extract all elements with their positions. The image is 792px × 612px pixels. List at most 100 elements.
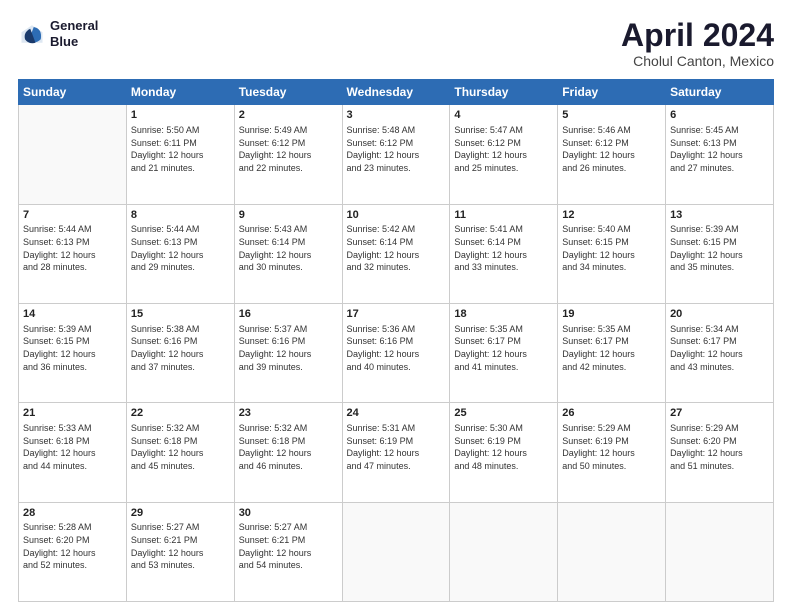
- weekday-header-cell: Saturday: [666, 80, 774, 105]
- day-info: Sunrise: 5:29 AM Sunset: 6:19 PM Dayligh…: [562, 422, 661, 472]
- day-info: Sunrise: 5:45 AM Sunset: 6:13 PM Dayligh…: [670, 124, 769, 174]
- weekday-header-cell: Friday: [558, 80, 666, 105]
- day-number: 2: [239, 108, 338, 123]
- calendar-day-cell: 17Sunrise: 5:36 AM Sunset: 6:16 PM Dayli…: [342, 303, 450, 402]
- day-number: 10: [347, 208, 446, 223]
- day-info: Sunrise: 5:35 AM Sunset: 6:17 PM Dayligh…: [562, 323, 661, 373]
- calendar-day-cell: 24Sunrise: 5:31 AM Sunset: 6:19 PM Dayli…: [342, 403, 450, 502]
- day-number: 18: [454, 307, 553, 322]
- day-number: 22: [131, 406, 230, 421]
- calendar-day-cell: 10Sunrise: 5:42 AM Sunset: 6:14 PM Dayli…: [342, 204, 450, 303]
- calendar-day-cell: 9Sunrise: 5:43 AM Sunset: 6:14 PM Daylig…: [234, 204, 342, 303]
- day-info: Sunrise: 5:42 AM Sunset: 6:14 PM Dayligh…: [347, 223, 446, 273]
- day-info: Sunrise: 5:50 AM Sunset: 6:11 PM Dayligh…: [131, 124, 230, 174]
- day-info: Sunrise: 5:47 AM Sunset: 6:12 PM Dayligh…: [454, 124, 553, 174]
- day-info: Sunrise: 5:32 AM Sunset: 6:18 PM Dayligh…: [131, 422, 230, 472]
- calendar-day-cell: 14Sunrise: 5:39 AM Sunset: 6:15 PM Dayli…: [19, 303, 127, 402]
- day-info: Sunrise: 5:36 AM Sunset: 6:16 PM Dayligh…: [347, 323, 446, 373]
- day-number: 17: [347, 307, 446, 322]
- calendar-day-cell: 26Sunrise: 5:29 AM Sunset: 6:19 PM Dayli…: [558, 403, 666, 502]
- day-number: 16: [239, 307, 338, 322]
- calendar-day-cell: [666, 502, 774, 601]
- day-number: 28: [23, 506, 122, 521]
- calendar-table: SundayMondayTuesdayWednesdayThursdayFrid…: [18, 79, 774, 602]
- calendar-day-cell: [342, 502, 450, 601]
- calendar-day-cell: 6Sunrise: 5:45 AM Sunset: 6:13 PM Daylig…: [666, 105, 774, 204]
- calendar-week-row: 28Sunrise: 5:28 AM Sunset: 6:20 PM Dayli…: [19, 502, 774, 601]
- day-info: Sunrise: 5:39 AM Sunset: 6:15 PM Dayligh…: [670, 223, 769, 273]
- day-info: Sunrise: 5:43 AM Sunset: 6:14 PM Dayligh…: [239, 223, 338, 273]
- weekday-header-row: SundayMondayTuesdayWednesdayThursdayFrid…: [19, 80, 774, 105]
- calendar-day-cell: 19Sunrise: 5:35 AM Sunset: 6:17 PM Dayli…: [558, 303, 666, 402]
- calendar-day-cell: 12Sunrise: 5:40 AM Sunset: 6:15 PM Dayli…: [558, 204, 666, 303]
- day-number: 4: [454, 108, 553, 123]
- weekday-header-cell: Sunday: [19, 80, 127, 105]
- day-info: Sunrise: 5:33 AM Sunset: 6:18 PM Dayligh…: [23, 422, 122, 472]
- calendar-day-cell: 21Sunrise: 5:33 AM Sunset: 6:18 PM Dayli…: [19, 403, 127, 502]
- calendar-day-cell: 30Sunrise: 5:27 AM Sunset: 6:21 PM Dayli…: [234, 502, 342, 601]
- calendar-day-cell: 22Sunrise: 5:32 AM Sunset: 6:18 PM Dayli…: [126, 403, 234, 502]
- calendar-day-cell: 5Sunrise: 5:46 AM Sunset: 6:12 PM Daylig…: [558, 105, 666, 204]
- day-info: Sunrise: 5:28 AM Sunset: 6:20 PM Dayligh…: [23, 521, 122, 571]
- logo: General Blue: [18, 18, 98, 49]
- day-number: 5: [562, 108, 661, 123]
- calendar-day-cell: 29Sunrise: 5:27 AM Sunset: 6:21 PM Dayli…: [126, 502, 234, 601]
- day-info: Sunrise: 5:46 AM Sunset: 6:12 PM Dayligh…: [562, 124, 661, 174]
- day-number: 9: [239, 208, 338, 223]
- calendar-day-cell: 8Sunrise: 5:44 AM Sunset: 6:13 PM Daylig…: [126, 204, 234, 303]
- day-info: Sunrise: 5:37 AM Sunset: 6:16 PM Dayligh…: [239, 323, 338, 373]
- calendar-week-row: 1Sunrise: 5:50 AM Sunset: 6:11 PM Daylig…: [19, 105, 774, 204]
- subtitle: Cholul Canton, Mexico: [621, 53, 774, 69]
- day-number: 14: [23, 307, 122, 322]
- day-info: Sunrise: 5:48 AM Sunset: 6:12 PM Dayligh…: [347, 124, 446, 174]
- weekday-header-cell: Thursday: [450, 80, 558, 105]
- calendar-day-cell: 3Sunrise: 5:48 AM Sunset: 6:12 PM Daylig…: [342, 105, 450, 204]
- calendar-day-cell: 7Sunrise: 5:44 AM Sunset: 6:13 PM Daylig…: [19, 204, 127, 303]
- day-number: 27: [670, 406, 769, 421]
- day-number: 23: [239, 406, 338, 421]
- calendar-day-cell: 16Sunrise: 5:37 AM Sunset: 6:16 PM Dayli…: [234, 303, 342, 402]
- day-info: Sunrise: 5:44 AM Sunset: 6:13 PM Dayligh…: [131, 223, 230, 273]
- calendar-day-cell: 15Sunrise: 5:38 AM Sunset: 6:16 PM Dayli…: [126, 303, 234, 402]
- calendar-day-cell: 28Sunrise: 5:28 AM Sunset: 6:20 PM Dayli…: [19, 502, 127, 601]
- day-info: Sunrise: 5:30 AM Sunset: 6:19 PM Dayligh…: [454, 422, 553, 472]
- day-info: Sunrise: 5:27 AM Sunset: 6:21 PM Dayligh…: [131, 521, 230, 571]
- calendar-day-cell: [450, 502, 558, 601]
- day-number: 25: [454, 406, 553, 421]
- title-block: April 2024 Cholul Canton, Mexico: [621, 18, 774, 69]
- day-number: 13: [670, 208, 769, 223]
- calendar-day-cell: 27Sunrise: 5:29 AM Sunset: 6:20 PM Dayli…: [666, 403, 774, 502]
- calendar-week-row: 21Sunrise: 5:33 AM Sunset: 6:18 PM Dayli…: [19, 403, 774, 502]
- day-number: 29: [131, 506, 230, 521]
- weekday-header-cell: Wednesday: [342, 80, 450, 105]
- day-info: Sunrise: 5:27 AM Sunset: 6:21 PM Dayligh…: [239, 521, 338, 571]
- calendar-week-row: 14Sunrise: 5:39 AM Sunset: 6:15 PM Dayli…: [19, 303, 774, 402]
- day-number: 21: [23, 406, 122, 421]
- calendar-day-cell: 2Sunrise: 5:49 AM Sunset: 6:12 PM Daylig…: [234, 105, 342, 204]
- header: General Blue April 2024 Cholul Canton, M…: [18, 18, 774, 69]
- day-number: 1: [131, 108, 230, 123]
- day-number: 20: [670, 307, 769, 322]
- calendar-day-cell: 1Sunrise: 5:50 AM Sunset: 6:11 PM Daylig…: [126, 105, 234, 204]
- day-info: Sunrise: 5:32 AM Sunset: 6:18 PM Dayligh…: [239, 422, 338, 472]
- calendar-day-cell: 18Sunrise: 5:35 AM Sunset: 6:17 PM Dayli…: [450, 303, 558, 402]
- day-info: Sunrise: 5:40 AM Sunset: 6:15 PM Dayligh…: [562, 223, 661, 273]
- weekday-header-cell: Tuesday: [234, 80, 342, 105]
- day-number: 26: [562, 406, 661, 421]
- weekday-header-cell: Monday: [126, 80, 234, 105]
- day-info: Sunrise: 5:34 AM Sunset: 6:17 PM Dayligh…: [670, 323, 769, 373]
- day-info: Sunrise: 5:41 AM Sunset: 6:14 PM Dayligh…: [454, 223, 553, 273]
- calendar-day-cell: 13Sunrise: 5:39 AM Sunset: 6:15 PM Dayli…: [666, 204, 774, 303]
- day-number: 19: [562, 307, 661, 322]
- day-number: 30: [239, 506, 338, 521]
- calendar-body: 1Sunrise: 5:50 AM Sunset: 6:11 PM Daylig…: [19, 105, 774, 602]
- day-number: 8: [131, 208, 230, 223]
- day-number: 15: [131, 307, 230, 322]
- calendar-day-cell: 25Sunrise: 5:30 AM Sunset: 6:19 PM Dayli…: [450, 403, 558, 502]
- day-info: Sunrise: 5:31 AM Sunset: 6:19 PM Dayligh…: [347, 422, 446, 472]
- page: General Blue April 2024 Cholul Canton, M…: [0, 0, 792, 612]
- day-number: 6: [670, 108, 769, 123]
- day-info: Sunrise: 5:39 AM Sunset: 6:15 PM Dayligh…: [23, 323, 122, 373]
- day-info: Sunrise: 5:35 AM Sunset: 6:17 PM Dayligh…: [454, 323, 553, 373]
- main-title: April 2024: [621, 18, 774, 53]
